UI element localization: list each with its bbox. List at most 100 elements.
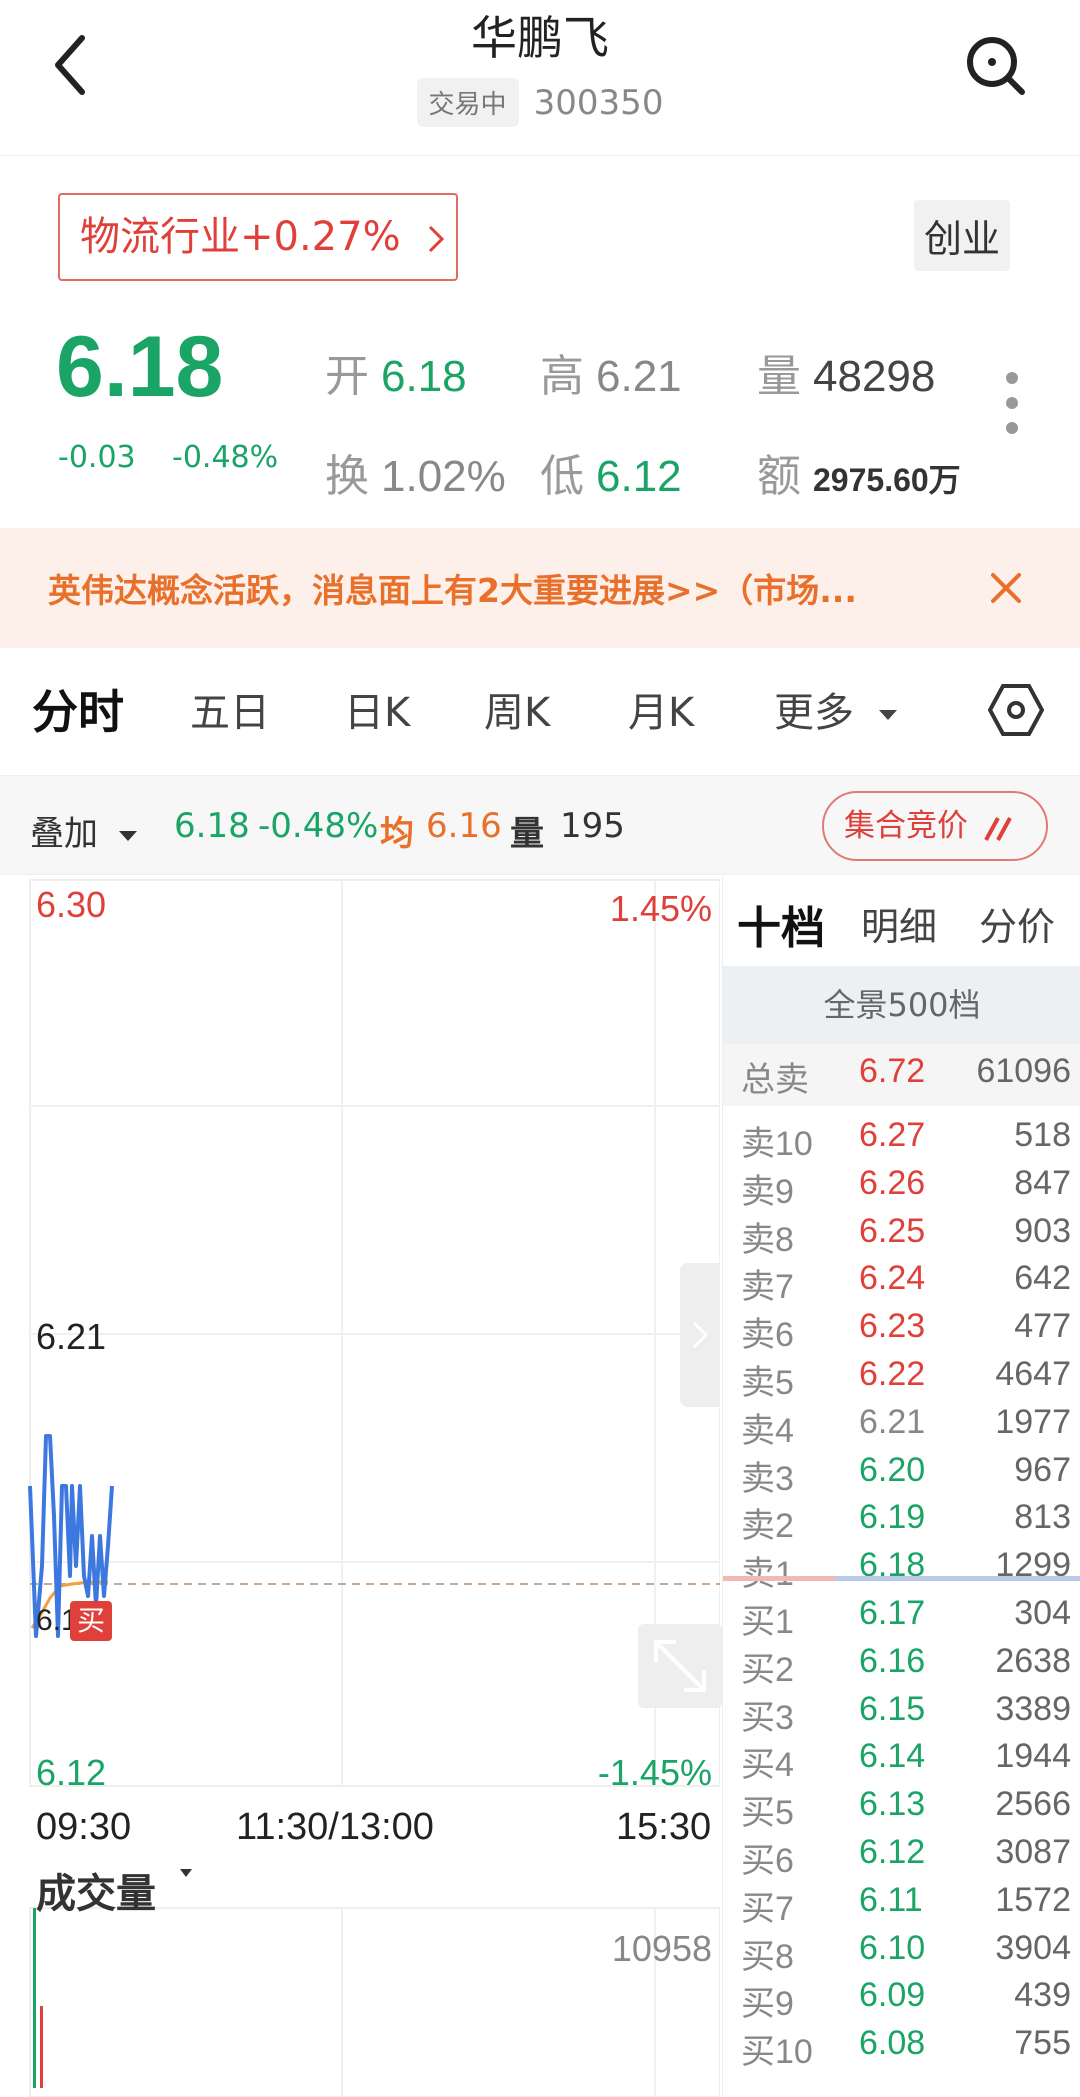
buy-level-row[interactable]: 买7 6.11 1572 bbox=[723, 1881, 1080, 1929]
chart-period-tabs: 分时 五日 日K 周K 月K 更多 bbox=[0, 660, 1080, 760]
turnover-value: 1.02% bbox=[381, 452, 506, 501]
sell-level-label: 卖1 bbox=[741, 1555, 794, 1594]
chevron-right-icon bbox=[429, 225, 445, 253]
tab-ten-levels[interactable]: 十档 bbox=[737, 892, 825, 956]
sell-level-row[interactable]: 卖10 6.27 518 bbox=[723, 1116, 1080, 1164]
sell-level-price: 6.23 bbox=[859, 1307, 926, 1346]
low-label: 低 bbox=[540, 452, 584, 501]
tab-daily-k[interactable]: 日K bbox=[344, 680, 410, 738]
buy-level-price: 6.08 bbox=[859, 2024, 926, 2063]
sell-level-volume: 967 bbox=[1014, 1450, 1071, 1489]
sell-level-label: 卖7 bbox=[741, 1268, 794, 1307]
sell-level-row[interactable]: 卖1 6.18 1299 bbox=[723, 1546, 1080, 1594]
buy-level-price: 6.17 bbox=[859, 1594, 926, 1632]
chevron-right-icon bbox=[692, 1321, 709, 1349]
buy-marker[interactable]: 买 bbox=[70, 1601, 112, 1641]
news-banner[interactable]: 英伟达概念活跃，消息面上有2大重要进展>>（市场... bbox=[0, 528, 1080, 648]
stock-code: 300350 bbox=[533, 82, 664, 123]
buy-level-row[interactable]: 买2 6.16 2638 bbox=[723, 1642, 1080, 1690]
panorama-500-button[interactable]: 全景500档 bbox=[723, 966, 1080, 1044]
settings-hexagon-icon[interactable] bbox=[988, 682, 1044, 738]
banner-text[interactable]: 英伟达概念活跃，消息面上有2大重要进展>>（市场... bbox=[48, 564, 938, 612]
buy-level-volume: 3087 bbox=[995, 1833, 1071, 1871]
tab-price-distribution[interactable]: 分价 bbox=[979, 896, 1055, 951]
close-icon[interactable] bbox=[988, 570, 1024, 606]
sell-level-price: 6.22 bbox=[859, 1355, 926, 1393]
sell-level-row[interactable]: 卖9 6.26 847 bbox=[723, 1164, 1080, 1212]
buy-level-price: 6.10 bbox=[859, 1928, 926, 1967]
call-auction-button[interactable]: 集合竞价 bbox=[822, 791, 1048, 861]
tab-monthly-k[interactable]: 月K bbox=[628, 680, 694, 738]
tab-weekly-k[interactable]: 周K bbox=[484, 680, 550, 738]
sell-level-row[interactable]: 卖7 6.24 642 bbox=[723, 1259, 1080, 1307]
sell-level-volume: 1977 bbox=[995, 1402, 1071, 1441]
buy-level-row[interactable]: 买5 6.13 2566 bbox=[723, 1785, 1080, 1833]
top-bar: 华鹏飞 交易中 300350 bbox=[0, 0, 1080, 156]
overlay-price: 6.18 bbox=[174, 806, 250, 846]
sell-level-volume: 903 bbox=[1014, 1211, 1071, 1250]
buy-level-price: 6.14 bbox=[859, 1737, 926, 1776]
buy-level-row[interactable]: 买3 6.15 3389 bbox=[723, 1690, 1080, 1738]
sell-level-volume: 477 bbox=[1014, 1307, 1071, 1346]
buy-level-row[interactable]: 买8 6.10 3904 bbox=[723, 1929, 1080, 1977]
sell-level-volume: 847 bbox=[1014, 1163, 1071, 1202]
volume-stat: 量 48298 bbox=[757, 340, 935, 404]
time-end: 15:30 bbox=[616, 1806, 712, 1848]
price-change-pct: -0.48% bbox=[172, 440, 279, 475]
volume-max: 10958 bbox=[611, 1928, 712, 1969]
overlay-label: 叠加 bbox=[30, 814, 98, 854]
sell-level-label: 卖2 bbox=[741, 1507, 794, 1546]
search-icon[interactable] bbox=[964, 34, 1028, 98]
open-label: 开 bbox=[325, 352, 369, 401]
y-axis-bottom: 6.12 bbox=[36, 1752, 107, 1793]
tab-more[interactable]: 更多 bbox=[774, 680, 899, 738]
buy-level-row[interactable]: 买4 6.14 1944 bbox=[723, 1737, 1080, 1785]
more-vertical-icon[interactable] bbox=[1004, 370, 1020, 436]
tab-intraday[interactable]: 分时 bbox=[32, 676, 124, 742]
sell-level-row[interactable]: 卖2 6.19 813 bbox=[723, 1498, 1080, 1546]
intraday-chart[interactable]: 6.30 1.45% 6.21 6.1 买 6.12 -1.45% 09:30 … bbox=[0, 876, 722, 2097]
sell-level-row[interactable]: 卖6 6.23 477 bbox=[723, 1307, 1080, 1355]
sell-level-label: 卖3 bbox=[741, 1459, 794, 1498]
side-panel-toggle[interactable] bbox=[680, 1263, 720, 1407]
sell-level-price: 6.25 bbox=[859, 1211, 926, 1250]
call-auction-label: 集合竞价 bbox=[844, 808, 968, 844]
buy-level-row[interactable]: 买10 6.08 755 bbox=[723, 2024, 1080, 2072]
buy-level-price: 6.11 bbox=[859, 1880, 923, 1919]
buy-level-row[interactable]: 买9 6.09 439 bbox=[723, 1976, 1080, 2024]
buy-level-price: 6.15 bbox=[859, 1689, 926, 1728]
amount-label: 额 bbox=[757, 452, 801, 501]
buy-level-price: 6.16 bbox=[859, 1641, 926, 1680]
buy-level-volume: 755 bbox=[1014, 2024, 1071, 2063]
buy-level-row[interactable]: 买1 6.17 304 bbox=[723, 1594, 1080, 1642]
sell-level-label: 卖8 bbox=[741, 1220, 794, 1259]
sell-level-volume: 813 bbox=[1014, 1498, 1071, 1537]
tab-more-label: 更多 bbox=[774, 690, 854, 736]
industry-name: 物流行业 bbox=[80, 214, 240, 260]
tab-details[interactable]: 明细 bbox=[861, 896, 937, 951]
volume-indicator-dropdown[interactable]: 成交量 bbox=[36, 1861, 194, 1919]
buy-level-volume: 1944 bbox=[995, 1737, 1071, 1776]
buy-level-label: 买10 bbox=[741, 2033, 813, 2072]
tab-five-day[interactable]: 五日 bbox=[190, 680, 270, 738]
stock-name: 华鹏飞 bbox=[471, 11, 609, 65]
total-sell-volume: 61096 bbox=[976, 1052, 1071, 1090]
fullscreen-button[interactable] bbox=[638, 1624, 722, 1708]
open-stat: 开 6.18 bbox=[325, 340, 467, 404]
low-value: 6.12 bbox=[596, 452, 682, 501]
buy-level-row[interactable]: 买6 6.12 3087 bbox=[723, 1833, 1080, 1881]
sell-level-row[interactable]: 卖3 6.20 967 bbox=[723, 1451, 1080, 1499]
expand-icon bbox=[654, 1640, 706, 1692]
sell-level-row[interactable]: 卖8 6.25 903 bbox=[723, 1212, 1080, 1260]
industry-sector-button[interactable]: 物流行业+0.27% bbox=[58, 193, 458, 281]
price-change: -0.03 bbox=[58, 440, 136, 475]
overlay-dropdown[interactable]: 叠加 bbox=[30, 806, 139, 855]
chart-info-bar: 叠加 6.18 -0.48% 均 6.16 量 195 集合竞价 bbox=[0, 775, 1080, 875]
high-value: 6.21 bbox=[596, 352, 682, 401]
sell-level-row[interactable]: 卖5 6.22 4647 bbox=[723, 1355, 1080, 1403]
volume-label: 量 bbox=[757, 352, 801, 401]
buy-level-volume: 439 bbox=[1014, 1976, 1071, 2015]
sell-level-row[interactable]: 卖4 6.21 1977 bbox=[723, 1403, 1080, 1451]
amount-value: 2975.60万 bbox=[813, 462, 961, 498]
time-start: 09:30 bbox=[36, 1806, 132, 1848]
